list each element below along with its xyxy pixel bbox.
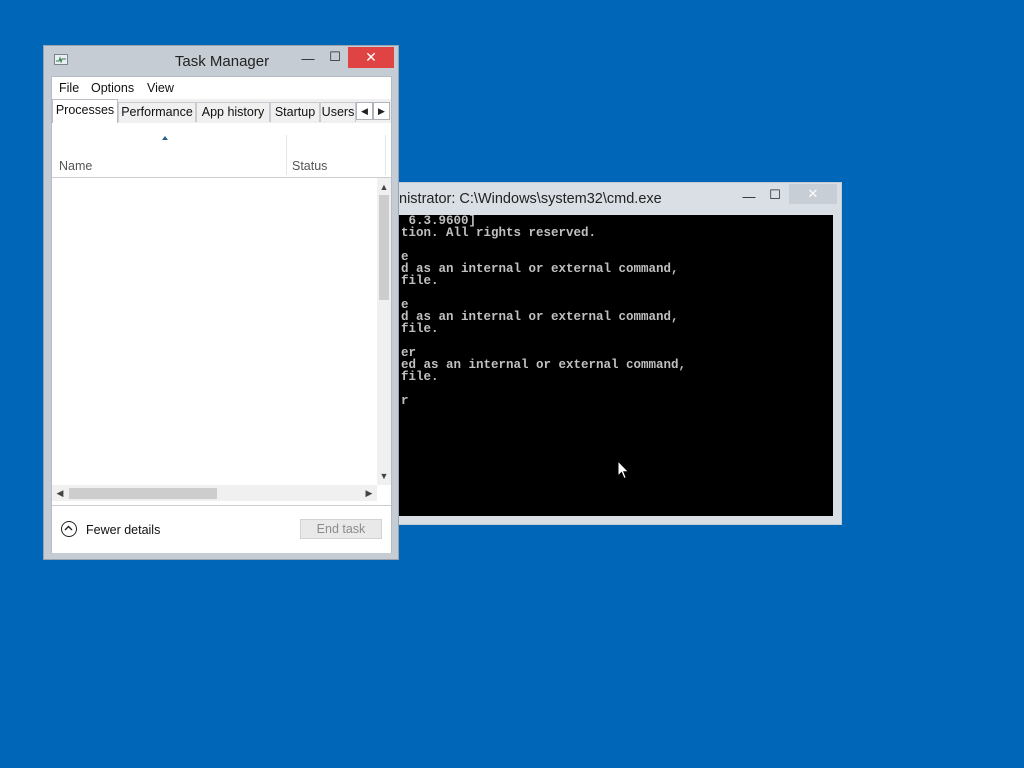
cmd-console[interactable]: 6.3.9600] tion. All rights reserved. e d… (399, 215, 833, 516)
tab-scroll-right-icon[interactable]: ▶ (373, 102, 390, 120)
task-manager-body: File Options View Processes Performance … (51, 76, 392, 553)
desktop[interactable]: nistrator: C:\Windows\system32\cmd.exe —… (0, 0, 1024, 768)
collapse-chevron-icon[interactable] (61, 521, 77, 537)
cmd-title: nistrator: C:\Windows\system32\cmd.exe (399, 191, 662, 207)
console-line: r (401, 394, 409, 408)
vertical-scrollbar[interactable]: ▲ ▼ (377, 178, 391, 485)
process-list[interactable] (52, 178, 377, 483)
close-button[interactable]: ✕ (348, 47, 394, 68)
tab-startup[interactable]: Startup (270, 102, 320, 122)
menu-bar: File Options View (52, 77, 391, 99)
mouse-cursor-icon (617, 460, 630, 480)
cmd-title-bar[interactable]: nistrator: C:\Windows\system32\cmd.exe —… (393, 183, 841, 215)
tab-processes[interactable]: Processes (52, 99, 118, 124)
task-manager-title-bar[interactable]: Task Manager — ☐ ✕ (44, 46, 398, 76)
task-manager-title: Task Manager (174, 53, 270, 70)
scroll-down-icon[interactable]: ▼ (377, 470, 391, 482)
menu-view[interactable]: View (147, 81, 174, 95)
process-grid: Name Status ▲ ▼ ◀ ▶ (52, 123, 391, 507)
maximize-button[interactable]: ☐ (325, 47, 345, 67)
horizontal-scroll-thumb[interactable] (69, 488, 217, 499)
sort-ascending-icon (162, 136, 168, 140)
console-line: ed as an internal or external command, (401, 358, 687, 372)
console-line: d as an internal or external command, (401, 310, 679, 324)
scroll-up-icon[interactable]: ▲ (377, 181, 391, 193)
horizontal-scrollbar[interactable]: ◀ ▶ (52, 485, 377, 501)
minimize-button[interactable]: — (298, 49, 318, 69)
console-line: tion. All rights reserved. (401, 226, 597, 240)
console-line: d as an internal or external command, (401, 262, 679, 276)
tab-scroll-left-icon[interactable]: ◀ (356, 102, 373, 120)
console-line: file. (401, 370, 439, 384)
console-line: file. (401, 322, 439, 336)
cmd-minimize-button[interactable]: — (739, 187, 759, 207)
tab-users[interactable]: Users (320, 102, 356, 122)
tab-strip: Processes Performance App history Startu… (52, 99, 391, 124)
cmd-close-button[interactable]: ✕ (789, 184, 837, 204)
column-header-status[interactable]: Status (292, 159, 327, 173)
scroll-right-icon[interactable]: ▶ (362, 487, 376, 499)
vertical-scroll-thumb[interactable] (379, 195, 389, 300)
column-divider[interactable] (286, 135, 287, 175)
footer-bar: Fewer details End task (52, 505, 391, 553)
column-header-name[interactable]: Name (59, 159, 92, 173)
task-manager-window[interactable]: Task Manager — ☐ ✕ File Options View Pro… (43, 45, 399, 560)
menu-options[interactable]: Options (91, 81, 134, 95)
tab-app-history[interactable]: App history (196, 102, 270, 122)
fewer-details-link[interactable]: Fewer details (86, 523, 160, 537)
end-task-button[interactable]: End task (300, 519, 382, 539)
scroll-left-icon[interactable]: ◀ (53, 487, 67, 499)
menu-file[interactable]: File (59, 81, 79, 95)
console-line: file. (401, 274, 439, 288)
column-divider[interactable] (385, 135, 386, 175)
tab-performance[interactable]: Performance (118, 102, 196, 122)
cmd-maximize-button[interactable]: ☐ (765, 185, 785, 205)
